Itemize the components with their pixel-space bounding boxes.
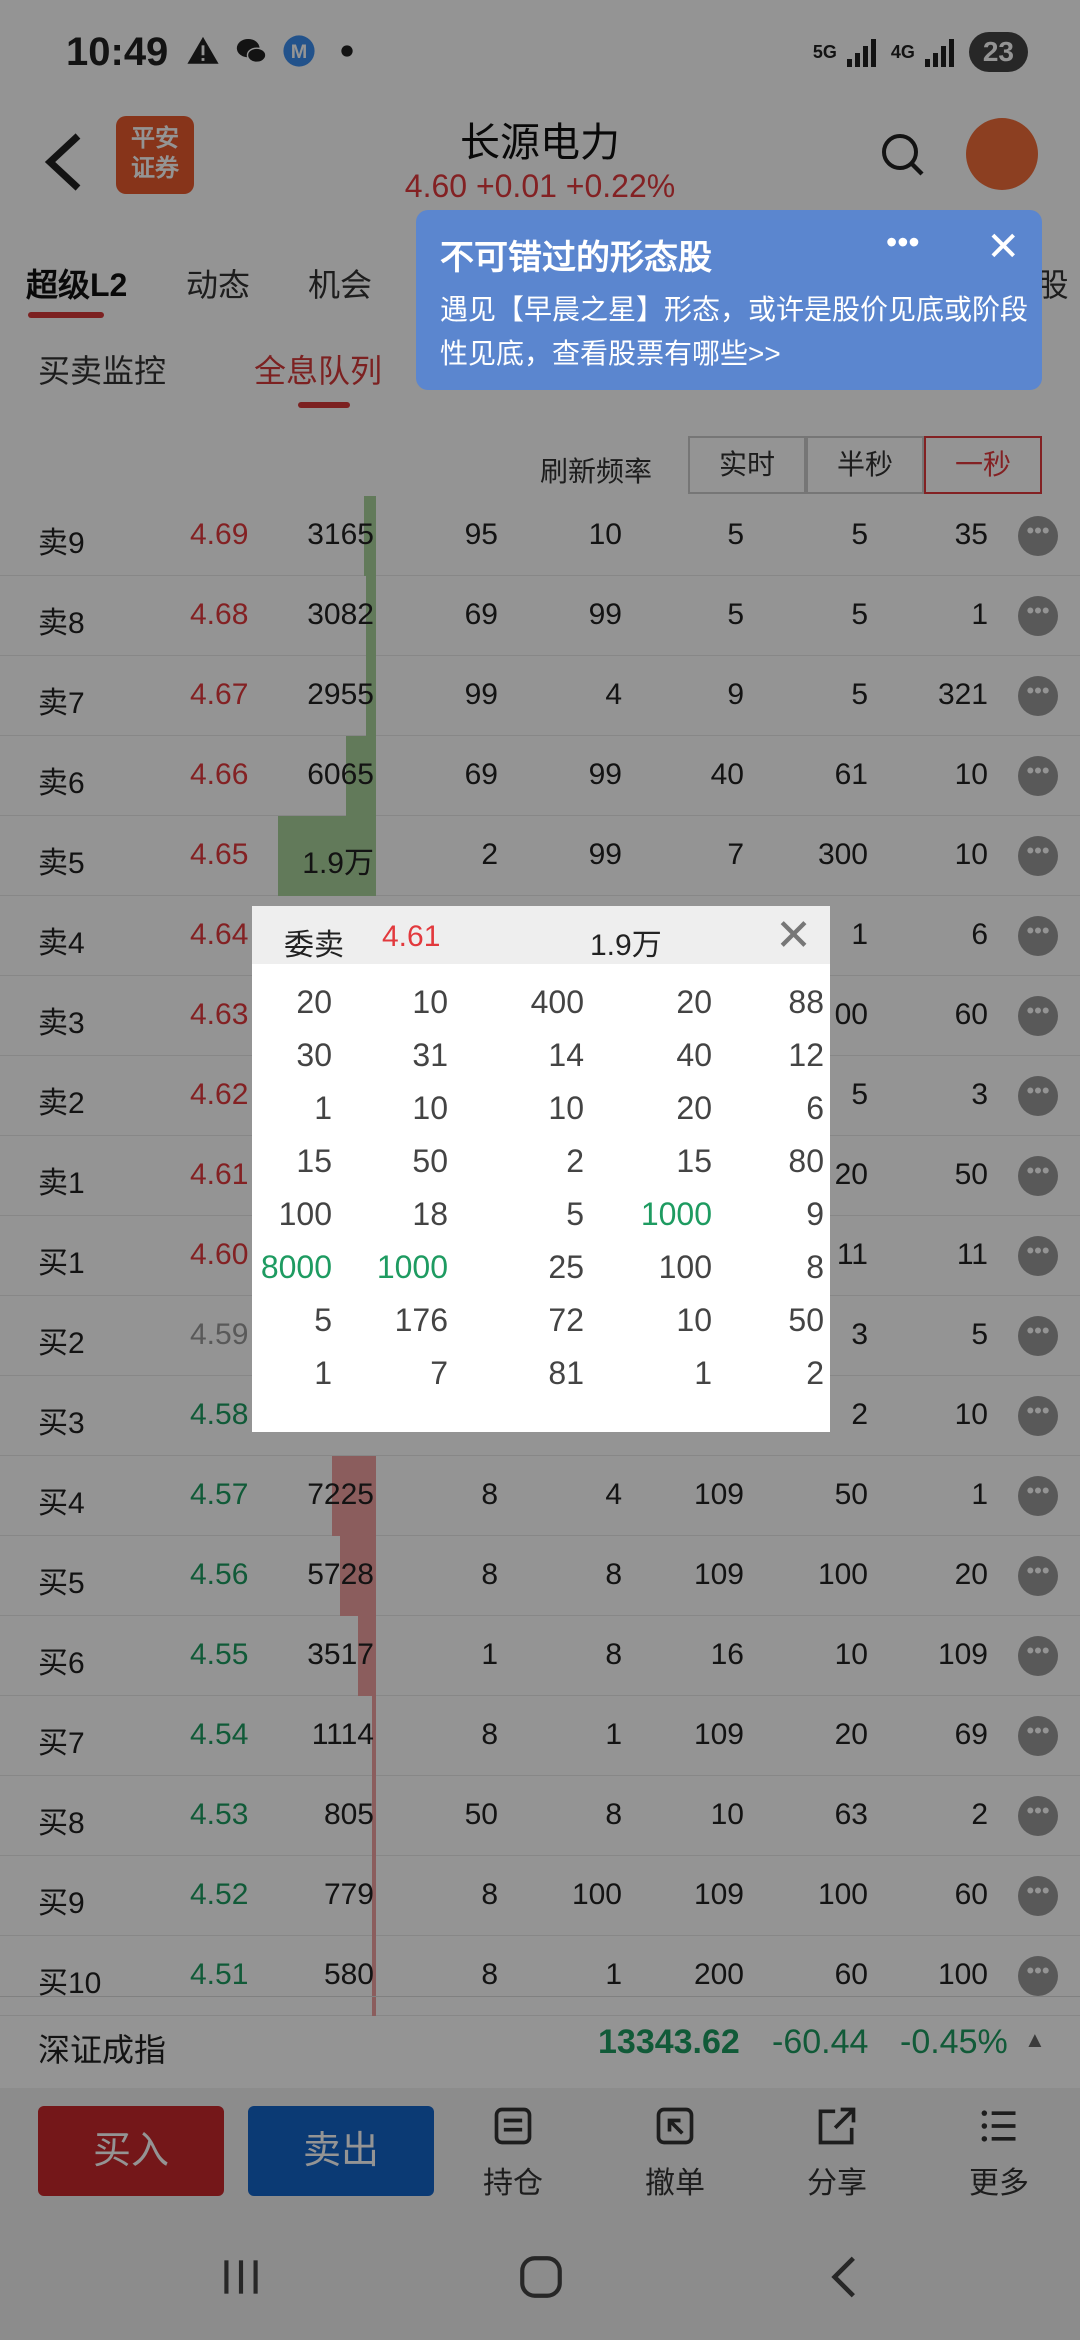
modal-grid-cell: 2: [806, 1355, 824, 1391]
banner-title: 不可错过的形态股: [440, 239, 712, 277]
modal-grid-row: 8000 1000 25 100 8: [252, 1241, 830, 1294]
modal-grid-cell: 31: [412, 1037, 448, 1073]
modal-grid-cell: 30: [296, 1037, 332, 1073]
modal-grid-cell: 10: [548, 1090, 584, 1126]
modal-grid-cell: 2: [566, 1143, 584, 1179]
modal-grid-cell: 15: [296, 1143, 332, 1179]
modal-grid-cell: 20: [676, 1090, 712, 1126]
modal-grid-row: 100 18 5 1000 9: [252, 1188, 830, 1241]
modal-grid-cell: 1000: [640, 1196, 712, 1232]
modal-grid-cell: 80: [788, 1143, 824, 1179]
modal-grid-cell: 12: [788, 1037, 824, 1073]
modal-grid-row: 5 176 72 10 50: [252, 1294, 830, 1347]
modal-volume: 1.9万: [590, 929, 662, 962]
queue-detail-modal: 委卖 4.61 1.9万 ✕ 20 10 400 20 88 30 31 14 40 12 1 10 1…: [252, 906, 830, 1432]
modal-header: 委卖 4.61 1.9万 ✕: [252, 906, 830, 964]
modal-grid-cell: 20: [296, 984, 332, 1020]
modal-grid-cell: 10: [412, 984, 448, 1020]
modal-grid-cell: 40: [676, 1037, 712, 1073]
modal-grid-cell: 176: [394, 1302, 448, 1338]
modal-grid-row: 20 10 400 20 88: [252, 976, 830, 1029]
modal-grid-cell: 6: [806, 1090, 824, 1126]
modal-grid-cell: 8: [806, 1249, 824, 1285]
banner-menu-icon[interactable]: •••: [886, 224, 920, 261]
close-icon[interactable]: ✕: [775, 910, 812, 961]
modal-grid-cell: 18: [412, 1196, 448, 1232]
modal-grid-cell: 72: [548, 1302, 584, 1338]
modal-grid-row: 1 10 10 20 6: [252, 1082, 830, 1135]
modal-grid-cell: 10: [676, 1302, 712, 1338]
modal-grid-cell: 100: [658, 1249, 712, 1285]
modal-grid-cell: 81: [548, 1355, 584, 1391]
modal-grid-cell: 50: [788, 1302, 824, 1338]
modal-grid-cell: 50: [412, 1143, 448, 1179]
banner-text: 遇见【早晨之星】形态，或许是股价见底或阶段性见底，查看股票有哪些>>: [440, 294, 1029, 369]
modal-grid-cell: 20: [676, 984, 712, 1020]
modal-grid-cell: 14: [548, 1037, 584, 1073]
modal-grid-cell: 10: [412, 1090, 448, 1126]
modal-price: 4.61: [382, 920, 441, 953]
modal-grid-row: 1 7 81 1 2: [252, 1347, 830, 1400]
modal-grid-row: 30 31 14 40 12: [252, 1029, 830, 1082]
modal-grid-cell: 9: [806, 1196, 824, 1232]
modal-grid-cell: 8000: [260, 1249, 332, 1285]
modal-grid-cell: 1: [314, 1090, 332, 1126]
banner-close-icon[interactable]: ✕: [986, 224, 1020, 270]
modal-grid-cell: 400: [530, 984, 584, 1020]
promo-banner[interactable]: 不可错过的形态股 ••• ✕ 遇见【早晨之星】形态，或许是股价见底或阶段性见底，…: [416, 210, 1042, 390]
modal-grid-cell: 100: [278, 1196, 332, 1232]
modal-side-label: 委卖: [284, 929, 344, 962]
modal-grid-cell: 88: [788, 984, 824, 1020]
modal-grid-cell: 5: [566, 1196, 584, 1232]
modal-grid-cell: 1: [314, 1355, 332, 1391]
modal-grid-cell: 1: [694, 1355, 712, 1391]
modal-grid-cell: 15: [676, 1143, 712, 1179]
modal-grid-cell: 5: [314, 1302, 332, 1338]
modal-grid-cell: 7: [430, 1355, 448, 1391]
modal-grid-row: 15 50 2 15 80: [252, 1135, 830, 1188]
modal-grid-cell: 25: [548, 1249, 584, 1285]
modal-grid-cell: 1000: [376, 1249, 448, 1285]
